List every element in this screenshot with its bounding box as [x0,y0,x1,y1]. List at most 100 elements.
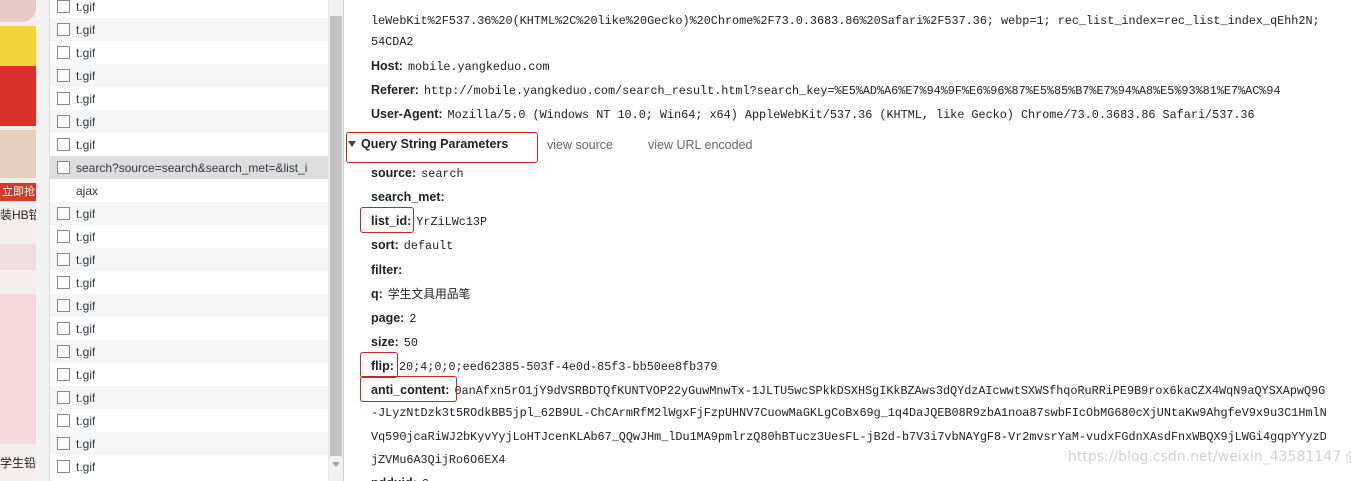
request-checkbox[interactable] [57,368,70,381]
param-anti-content-line-4: jZVMu6A3QijRo6O6EX4 [371,453,506,467]
request-checkbox[interactable] [57,69,70,82]
network-request-row[interactable]: t.gif [50,340,328,363]
param-size: size: 50 [371,335,418,350]
request-checkbox[interactable] [57,23,70,36]
request-name: t.gif [76,68,96,83]
network-request-row[interactable]: t.gif [50,248,328,271]
header-referer: Referer: http://mobile.yangkeduo.com/sear… [371,83,1281,98]
request-checkbox[interactable] [57,92,70,105]
param-source: source: search [371,166,464,181]
request-checkbox[interactable] [57,345,70,358]
request-checkbox[interactable] [57,253,70,266]
cookie-continuation-line-2: 54CDA2 [371,35,414,49]
request-checkbox[interactable] [57,391,70,404]
param-sort: sort: default [371,238,454,253]
request-name: t.gif [76,206,96,221]
highlight-flip [360,352,398,378]
network-request-row[interactable]: t.gif [50,363,328,386]
request-checkbox[interactable] [57,322,70,335]
product-image-6 [0,294,36,444]
network-request-row[interactable]: t.gif [50,455,328,478]
highlight-query-string-title [346,132,538,163]
network-request-row[interactable]: t.gif [50,110,328,133]
network-request-row[interactable]: t.gif [50,64,328,87]
request-checkbox[interactable] [57,460,70,473]
promo-badge[interactable]: 立即抢 [0,183,36,201]
request-checkbox[interactable] [57,46,70,59]
view-url-encoded-link[interactable]: view URL encoded [648,138,752,152]
request-name: t.gif [76,413,96,428]
param-anti-content-line-3: Vq590jcaRiWJ2bKyvYyjLoHTJcenKLAb67_QQwJH… [371,430,1327,444]
network-request-row[interactable]: t.gif [50,0,328,18]
network-request-row[interactable]: t.gif [50,294,328,317]
request-headers-pane: leWebKit%2F537.36%20(KHTML%2C%20like%20G… [344,0,1351,481]
request-name: t.gif [76,367,96,382]
product-label-1: 装HB铅 [0,208,36,222]
param-search-met: search_met: [371,190,445,204]
network-request-row[interactable]: t.gif [50,87,328,110]
request-name: t.gif [76,229,96,244]
request-name: t.gif [76,275,96,290]
header-user-agent: User-Agent: Mozilla/5.0 (Windows NT 10.0;… [371,107,1255,122]
request-list-scrollbar[interactable] [328,0,343,481]
request-name: t.gif [76,0,96,14]
request-name: t.gif [76,114,96,129]
request-checkbox[interactable] [57,0,70,13]
param-flip: flip: 20;4;0;0;eed62385-503f-4e0d-85f3-bb… [371,359,718,374]
request-checkbox[interactable] [57,230,70,243]
product-image-3 [0,66,36,126]
network-request-row[interactable]: t.gif [50,317,328,340]
webpage-preview-strip: 立即抢 装HB铅 学生铅 [0,0,36,481]
network-request-row[interactable]: t.gif [50,41,328,64]
request-checkbox[interactable] [57,299,70,312]
network-request-row[interactable]: t.gif [50,271,328,294]
request-checkbox[interactable] [57,161,70,174]
view-source-link[interactable]: view source [547,138,613,152]
request-name: t.gif [76,298,96,313]
request-checkbox[interactable] [57,437,70,450]
header-host: Host: mobile.yangkeduo.com [371,59,550,74]
network-request-row[interactable]: ajax [50,179,328,202]
param-anti-content-line-2: -JLyzNtDzk3t5ROdkBB5jpl_62B9UL-ChCArmRfM… [371,406,1327,420]
request-name: ajax [76,183,99,198]
request-name: t.gif [76,459,96,474]
network-request-row[interactable]: search?source=search&search_met=&list_i [50,156,328,179]
param-q: q: 学生文具用品笔 [371,287,471,302]
network-request-row[interactable]: t.gif [50,225,328,248]
network-request-row[interactable]: t.gif [50,18,328,41]
network-request-row[interactable]: t.gif [50,386,328,409]
request-name: t.gif [76,344,96,359]
panel-gutter [36,0,50,481]
scrollbar-thumb[interactable] [330,16,342,456]
request-checkbox[interactable] [57,138,70,151]
param-filter: filter: [371,263,403,277]
request-name: t.gif [76,45,96,60]
product-image-1 [0,0,36,22]
product-image-5 [0,244,36,270]
product-image-2 [0,26,36,66]
cookie-continuation-line: leWebKit%2F537.36%20(KHTML%2C%20like%20G… [371,14,1320,28]
param-pdduid: pdduid:0 [371,475,429,481]
request-name: t.gif [76,91,96,106]
request-name: t.gif [76,321,96,336]
request-name: t.gif [76,436,96,451]
product-image-4 [0,130,36,178]
network-request-row[interactable]: t.gif [50,409,328,432]
highlight-list-id [360,207,414,233]
highlight-anti-content [360,376,457,402]
watermark: https://blog.csdn.net/weixin_43581147 @稀… [1068,449,1351,465]
network-request-list: t.gif t.gif t.gif t.gif t.gif t.gif t.gif searc… [50,0,328,481]
request-name: t.gif [76,390,96,405]
request-name: search?source=search&search_met=&list_i [76,160,308,175]
network-request-row[interactable]: t.gif [50,133,328,156]
request-checkbox[interactable] [57,207,70,220]
request-name: t.gif [76,252,96,267]
scroll-down-arrow-icon[interactable] [332,462,340,467]
request-checkbox[interactable] [57,276,70,289]
product-label-2: 学生铅 [0,456,36,470]
network-request-row[interactable]: t.gif [50,202,328,225]
request-checkbox[interactable] [57,414,70,427]
param-page: page: 2 [371,311,417,326]
request-checkbox[interactable] [57,115,70,128]
network-request-row[interactable]: t.gif [50,432,328,455]
